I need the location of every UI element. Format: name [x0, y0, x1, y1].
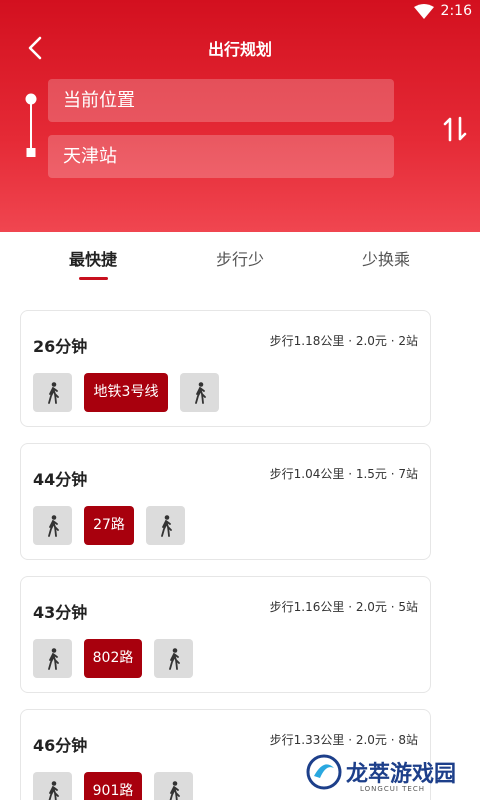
route-card[interactable]: 44分钟 步行1.04公里 · 1.5元 · 7站 27路	[20, 443, 431, 560]
route-summary: 步行1.33公里 · 2.0元 · 8站	[269, 733, 418, 747]
watermark: 龙萃游戏园 LONGCUI TECH	[304, 752, 480, 800]
watermark-subtitle: LONGCUI TECH	[360, 785, 425, 793]
tab-less-walking[interactable]: 步行少	[180, 246, 300, 270]
active-tab-indicator	[79, 277, 108, 280]
transit-line-badge: 地铁3号线	[84, 373, 168, 412]
transit-line-badge: 901路	[84, 772, 142, 800]
sort-tabs: 最快捷 步行少 少换乘	[0, 232, 480, 292]
walk-segment	[154, 639, 193, 678]
origin-field[interactable]: 当前位置	[48, 79, 394, 122]
route-duration: 44分钟	[33, 470, 88, 489]
status-time: 2:16	[440, 3, 472, 19]
walk-segment	[33, 639, 72, 678]
route-card[interactable]: 43分钟 步行1.16公里 · 2.0元 · 5站 802路	[20, 576, 431, 693]
walk-segment	[33, 772, 72, 800]
walk-segment	[146, 506, 185, 545]
route-summary: 步行1.16公里 · 2.0元 · 5站	[269, 600, 418, 614]
watermark-title: 龙萃游戏园	[346, 762, 457, 787]
page-title: 出行规划	[207, 40, 272, 59]
status-bar: 2:16	[0, 0, 480, 24]
walk-segment	[33, 373, 72, 412]
walk-icon	[169, 648, 180, 670]
walk-icon	[48, 648, 59, 670]
transit-line-badge: 802路	[84, 639, 142, 678]
route-duration: 43分钟	[33, 603, 88, 622]
walk-icon	[161, 515, 172, 537]
tab-fewer-transfers[interactable]: 少换乘	[326, 246, 446, 270]
route-card[interactable]: 26分钟 步行1.18公里 · 2.0元 · 2站 地铁3号线	[20, 310, 431, 427]
walk-icon	[48, 515, 59, 537]
walk-segment	[180, 373, 219, 412]
walk-icon	[195, 382, 206, 404]
transit-line-badge: 27路	[84, 506, 134, 545]
route-summary: 步行1.18公里 · 2.0元 · 2站	[269, 334, 418, 348]
wifi-icon	[414, 4, 434, 19]
swap-icon[interactable]	[443, 116, 467, 142]
walk-icon	[48, 382, 59, 404]
walk-segment	[154, 772, 193, 800]
header: 2:16 出行规划 当前位置 天津站	[0, 0, 480, 232]
route-line-icon	[25, 93, 37, 157]
tab-fastest[interactable]: 最快捷	[33, 246, 153, 270]
destination-field[interactable]: 天津站	[48, 135, 394, 178]
route-duration: 26分钟	[33, 337, 88, 356]
walk-icon	[48, 781, 59, 800]
walk-segment	[33, 506, 72, 545]
route-duration: 46分钟	[33, 736, 88, 755]
route-summary: 步行1.04公里 · 1.5元 · 7站	[269, 467, 418, 481]
watermark-logo-icon	[306, 754, 342, 790]
results-list: 26分钟 步行1.18公里 · 2.0元 · 2站 地铁3号线 44分钟 步行1…	[0, 292, 480, 800]
walk-icon	[169, 781, 180, 800]
